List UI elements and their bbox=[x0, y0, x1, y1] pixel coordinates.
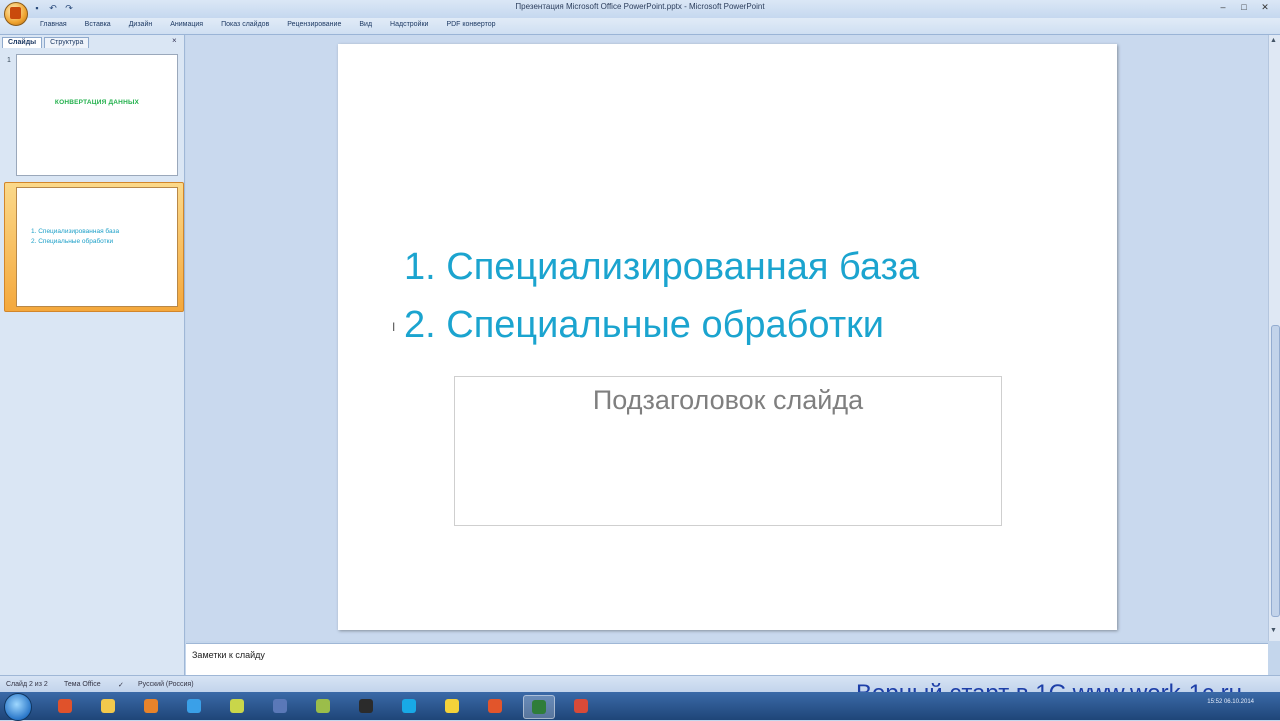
taskbar-app-button[interactable] bbox=[179, 695, 209, 717]
close-button[interactable]: ✕ bbox=[1256, 1, 1274, 14]
maximize-button[interactable]: □ bbox=[1235, 1, 1253, 14]
slide-canvas[interactable]: 1. Специализированная база 2. Специальны… bbox=[338, 44, 1117, 630]
taskbar-app-button[interactable] bbox=[523, 695, 555, 719]
title-bar: Презентация Microsoft Office PowerPoint.… bbox=[0, 0, 1280, 19]
redo-icon[interactable]: ↷ bbox=[64, 3, 74, 13]
minimize-button[interactable]: – bbox=[1214, 1, 1232, 14]
list-item: 1. Специализированная база bbox=[404, 246, 920, 288]
save-icon[interactable]: ▪ bbox=[32, 3, 42, 13]
tab-pdf-converter[interactable]: PDF конвертор bbox=[446, 21, 495, 28]
tab-view[interactable]: Вид bbox=[359, 21, 372, 28]
kaspersky-icon bbox=[532, 700, 546, 714]
tab-outline[interactable]: Структура bbox=[44, 37, 90, 48]
taskbar-app-button[interactable] bbox=[480, 695, 510, 717]
ms-office-icon bbox=[488, 699, 502, 713]
network-icon bbox=[273, 699, 287, 713]
tray-clock: 15:52 06.10.2014 bbox=[1207, 699, 1254, 705]
tab-slideshow[interactable]: Показ слайдов bbox=[221, 21, 269, 28]
vertical-scrollbar[interactable]: ▲ ▼ bbox=[1268, 35, 1280, 641]
taskbar-app-button[interactable] bbox=[566, 695, 596, 717]
theme-name: Тема Office bbox=[64, 681, 101, 688]
thumbnail-title: КОНВЕРТАЦИЯ ДАННЫХ bbox=[54, 99, 140, 106]
taskbar-app-button[interactable] bbox=[308, 695, 338, 717]
paint-icon bbox=[230, 699, 244, 713]
ie-icon bbox=[187, 699, 201, 713]
start-button[interactable] bbox=[4, 693, 32, 721]
tab-design[interactable]: Дизайн bbox=[129, 21, 153, 28]
scroll-up-icon[interactable]: ▲ bbox=[1270, 37, 1277, 44]
taskbar-app-button[interactable] bbox=[50, 695, 80, 717]
media-player-icon bbox=[144, 699, 158, 713]
language-indicator[interactable]: Русский (Россия) bbox=[138, 681, 194, 688]
slide-title-placeholder[interactable]: 1. Специализированная база 2. Специальны… bbox=[404, 238, 919, 354]
ribbon-tabs: Главная Вставка Дизайн Анимация Показ сл… bbox=[40, 21, 495, 28]
undo-icon[interactable]: ↶ bbox=[48, 3, 58, 13]
window-title: Презентация Microsoft Office PowerPoint.… bbox=[515, 2, 765, 11]
scrollbar-thumb[interactable] bbox=[1271, 325, 1280, 617]
taskbar-app-button[interactable] bbox=[136, 695, 166, 717]
tab-animation[interactable]: Анимация bbox=[170, 21, 203, 28]
notes-pane[interactable]: Заметки к слайду bbox=[186, 643, 1268, 676]
slide-thumbnail-2[interactable]: 1. Специализированная база 2. Специальны… bbox=[16, 187, 178, 307]
thumbnail-line: 2. Специальные обработки bbox=[31, 238, 114, 245]
scroll-down-icon[interactable]: ▼ bbox=[1270, 627, 1277, 634]
slide-thumbnail-1[interactable]: КОНВЕРТАЦИЯ ДАННЫХ bbox=[16, 54, 178, 176]
office-logo-icon bbox=[10, 7, 21, 19]
notes-placeholder: Заметки к слайду bbox=[192, 650, 265, 660]
obs-icon bbox=[359, 699, 373, 713]
tab-addins[interactable]: Надстройки bbox=[390, 21, 428, 28]
taskbar-app-button[interactable] bbox=[351, 695, 381, 717]
subtitle-placeholder[interactable]: Подзаголовок слайда bbox=[454, 376, 1002, 526]
thumbnail-number: 1 bbox=[7, 57, 11, 64]
taskbar-app-button[interactable] bbox=[222, 695, 252, 717]
1c-icon bbox=[445, 699, 459, 713]
taskbar-app-button[interactable] bbox=[394, 695, 424, 717]
tab-review[interactable]: Рецензирование bbox=[287, 21, 341, 28]
subtitle-text: Подзаголовок слайда bbox=[592, 385, 864, 415]
tab-insert[interactable]: Вставка bbox=[85, 21, 111, 28]
tab-slides[interactable]: Слайды bbox=[2, 37, 43, 48]
chrome-icon bbox=[574, 699, 588, 713]
list-item: 2. Специальные обработки bbox=[404, 304, 884, 346]
text-cursor-icon: I bbox=[392, 320, 396, 334]
spellcheck-icon[interactable]: ✓ bbox=[118, 681, 124, 689]
panel-close-icon[interactable]: × bbox=[172, 36, 177, 45]
filezilla-icon bbox=[58, 699, 72, 713]
taskbar-app-button[interactable] bbox=[265, 695, 295, 717]
game-icon bbox=[316, 699, 330, 713]
taskbar-app-button[interactable] bbox=[93, 695, 123, 717]
skype-icon bbox=[402, 699, 416, 713]
folder-icon bbox=[101, 699, 115, 713]
quick-access-toolbar: ▪ ↶ ↷ bbox=[32, 3, 74, 15]
taskbar: 15:52 06.10.2014 bbox=[0, 692, 1280, 721]
slide-counter: Слайд 2 из 2 bbox=[6, 681, 48, 688]
panel-tabs: Слайды Структура bbox=[2, 37, 90, 48]
office-button[interactable] bbox=[4, 2, 28, 26]
thumbnail-line: 1. Специализированная база bbox=[31, 228, 120, 235]
window-controls: – □ ✕ bbox=[1214, 1, 1274, 14]
tab-home[interactable]: Главная bbox=[40, 21, 67, 28]
taskbar-app-button[interactable] bbox=[437, 695, 467, 717]
ribbon: Главная Вставка Дизайн Анимация Показ сл… bbox=[0, 18, 1280, 35]
